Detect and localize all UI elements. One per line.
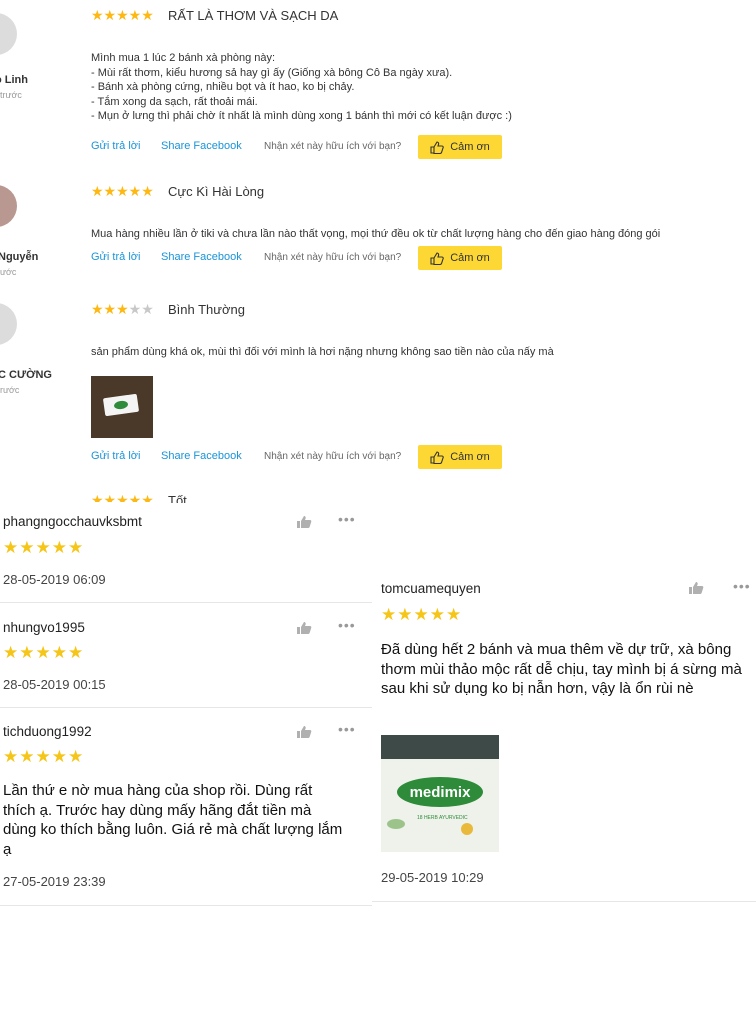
review-line: Mua hàng nhiều lần ở tiki và chưa lần nà… [91, 228, 661, 240]
herb-flower-shape [461, 823, 473, 835]
avatar [0, 13, 17, 55]
reviewer-name: phangngocchauvksbmt [3, 514, 142, 529]
review-line: - Tắm xong da sạch, rất thoải mái. [91, 95, 258, 108]
review-date: 29-05-2019 10:29 [381, 870, 484, 885]
share-facebook-link[interactable]: Share Facebook [161, 251, 242, 263]
more-options-icon[interactable]: ••• [338, 721, 356, 737]
review-body: Mua hàng nhiều lần ở tiki và chưa lần nà… [91, 227, 660, 242]
thanks-label: Cảm ơn [450, 141, 490, 153]
review-line: - Bánh xà phòng cứng, nhiều bọt và ít ha… [91, 81, 355, 93]
helpful-question: Nhận xét này hữu ích với bạn? [264, 252, 402, 263]
review-title: RẤT LÀ THƠM VÀ SẠCH DA [168, 8, 339, 23]
review-line: - Mùi rất thơm, kiểu hương sả hay gì ấy … [91, 66, 453, 79]
brand-name: medimix [409, 783, 471, 801]
reply-link[interactable]: Gửi trả lời [91, 140, 140, 152]
like-icon[interactable] [296, 515, 312, 529]
more-options-icon[interactable]: ••• [338, 617, 356, 633]
rating-stars: ★★★★★ [91, 301, 154, 317]
like-icon[interactable] [296, 725, 312, 739]
rating-stars: ★★★★★ [91, 7, 154, 23]
reviewer-name: o Linh [0, 74, 28, 86]
avatar [0, 303, 17, 345]
divider [372, 901, 756, 902]
review-title: Tốt [168, 493, 187, 503]
brand-subtitle: 18 HERB AYURVEDIC [417, 815, 468, 821]
reviewer-name: tichduong1992 [3, 724, 92, 739]
rating-stars: ★★★★★ [3, 538, 85, 557]
rating-stars: ★★★★★ [91, 492, 154, 502]
like-icon[interactable] [688, 581, 704, 595]
review-text: Lần thứ e nờ mua hàng của shop rồi. Dùng… [3, 782, 343, 858]
product-photo[interactable]: medimix 18 HERB AYURVEDIC [381, 735, 499, 852]
review-date: 28-05-2019 06:09 [3, 572, 106, 587]
review-photo-thumbnail[interactable] [91, 376, 153, 438]
reviewer-name: nhungvo1995 [3, 620, 85, 635]
reply-link[interactable]: Gửi trả lời [91, 251, 140, 263]
brand-badge: medimix [397, 777, 483, 807]
rating-stars: ★★★★★ [381, 605, 463, 624]
thumbs-up-icon [430, 251, 444, 265]
review-line: sản phẩm dùng khá ok, mùi thì đối với mì… [91, 346, 554, 358]
divider [0, 707, 372, 708]
review-body: Mình mua 1 lúc 2 bánh xà phòng này: - Mù… [91, 51, 512, 124]
rating-stars: ★★★★★ [3, 643, 85, 662]
thanks-button[interactable]: Cảm ơn [418, 445, 502, 469]
review-title: Bình Thường [168, 302, 245, 317]
review-body: sản phẩm dùng khá ok, mùi thì đối với mì… [91, 345, 554, 360]
rating-stars: ★★★★★ [3, 747, 85, 766]
thanks-label: Cảm ơn [450, 252, 490, 264]
review-date: 27-05-2019 23:39 [3, 874, 106, 889]
reply-link[interactable]: Gửi trả lời [91, 450, 140, 462]
reviewer-name: tomcuamequyen [381, 581, 481, 596]
reviewer-name: Nguyễn [0, 251, 39, 263]
soap-box: medimix 18 HERB AYURVEDIC [381, 759, 499, 852]
thumbs-up-icon [430, 140, 444, 154]
review-title: Cực Kì Hài Lòng [168, 184, 265, 199]
review-age: trước [0, 90, 22, 100]
review-age: ước [0, 267, 17, 277]
soap-wrapper-shape [102, 393, 140, 417]
more-options-icon[interactable]: ••• [338, 511, 356, 527]
divider [0, 905, 372, 906]
soap-logo-mark [113, 400, 129, 410]
review-text: Đã dùng hết 2 bánh và mua thêm về dự trữ… [381, 641, 742, 697]
share-facebook-link[interactable]: Share Facebook [161, 140, 242, 152]
review-line: Mình mua 1 lúc 2 bánh xà phòng này: [91, 52, 276, 64]
divider [0, 602, 372, 603]
thanks-button[interactable]: Cảm ơn [418, 246, 502, 270]
review-date: 28-05-2019 00:15 [3, 677, 106, 692]
rating-stars: ★★★★★ [91, 183, 154, 199]
thanks-label: Cảm ơn [450, 451, 490, 463]
review-line: - Mụn ở lưng thì phải chờ ít nhất là mìn… [91, 110, 512, 122]
share-facebook-link[interactable]: Share Facebook [161, 450, 242, 462]
helpful-question: Nhận xét này hữu ích với bạn? [264, 141, 402, 152]
thumbs-up-icon [430, 450, 444, 464]
review-age: rước [0, 385, 20, 395]
reviewer-name: C CƯỜNG [0, 369, 52, 381]
helpful-question: Nhận xét này hữu ích với bạn? [264, 451, 402, 462]
thanks-button[interactable]: Cảm ơn [418, 135, 502, 159]
avatar [0, 185, 17, 227]
herb-leaf-shape [387, 819, 405, 829]
like-icon[interactable] [296, 621, 312, 635]
more-options-icon[interactable]: ••• [733, 578, 751, 594]
